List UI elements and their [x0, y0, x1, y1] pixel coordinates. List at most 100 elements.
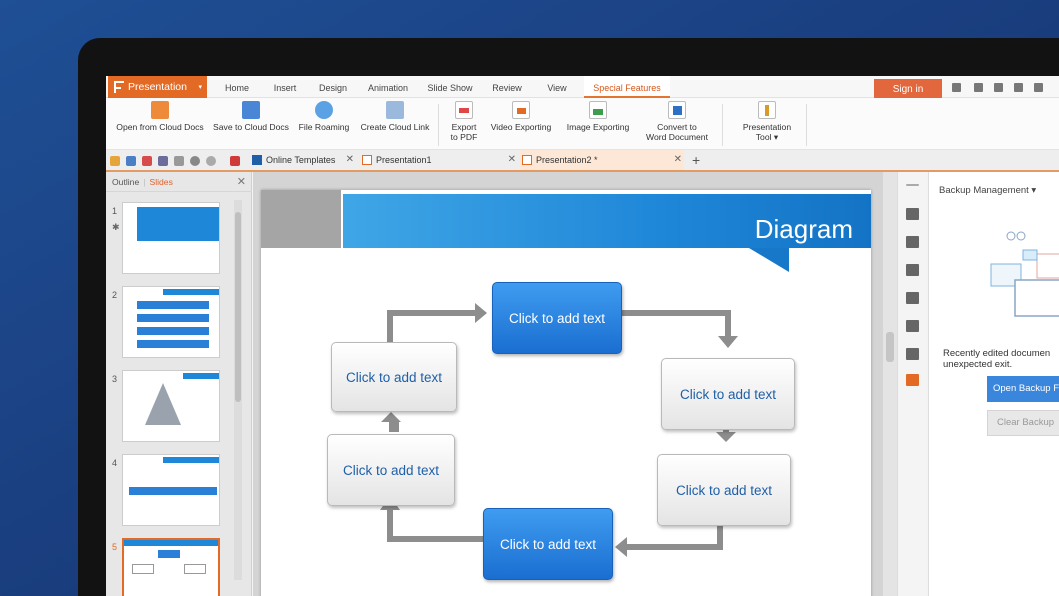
redo-icon[interactable] — [206, 156, 216, 166]
tab-design[interactable]: Design — [312, 76, 354, 98]
current-slide[interactable]: Diagram Click to add text Click to add t… — [261, 190, 871, 596]
layers-icon[interactable] — [906, 264, 919, 276]
tab-animation[interactable]: Animation — [362, 76, 414, 98]
shape-icon[interactable] — [906, 236, 919, 248]
image-panel-icon[interactable] — [906, 320, 919, 332]
connector-line — [625, 544, 723, 550]
thumb-box — [158, 550, 180, 558]
scrollbar-thumb[interactable] — [886, 332, 894, 362]
arrow-head — [381, 412, 401, 422]
tab-view[interactable]: View — [538, 76, 576, 98]
convert-word-button[interactable]: Convert to Word Document — [638, 101, 716, 142]
app-menu-button[interactable]: Presentation ▾ — [108, 76, 207, 98]
skin-icon[interactable] — [974, 83, 983, 92]
arrow-head — [718, 336, 738, 348]
slides-tab[interactable]: Slides — [149, 177, 172, 187]
slide-thumbnail-3[interactable] — [122, 370, 220, 442]
collapse-icon[interactable] — [906, 184, 919, 186]
close-icon[interactable]: ✕ — [346, 150, 354, 170]
panel-tab-separator: | — [143, 177, 146, 187]
slide-title[interactable]: Diagram — [711, 214, 871, 245]
scrollbar-thumb[interactable] — [235, 212, 241, 402]
open-backup-button[interactable]: Open Backup F — [987, 376, 1059, 402]
backup-panel-title[interactable]: Backup Management ▾ — [939, 185, 1036, 196]
print-preview-icon[interactable] — [174, 156, 184, 166]
cloud-icon — [315, 101, 333, 119]
presentation-logo-icon — [114, 81, 124, 93]
tab-review[interactable]: Review — [486, 76, 528, 98]
print-icon[interactable] — [158, 156, 168, 166]
help-icon[interactable] — [1034, 83, 1043, 92]
slide-editing-area: Diagram Click to add text Click to add t… — [253, 172, 883, 596]
thumb-band — [183, 373, 219, 379]
arrow-head — [716, 432, 736, 442]
tab-home[interactable]: Home — [218, 76, 256, 98]
link-icon — [386, 101, 404, 119]
slide-thumbnail-1[interactable] — [122, 202, 220, 274]
image-icon — [589, 101, 607, 119]
create-cloud-link-button[interactable]: Create Cloud Link — [358, 101, 432, 132]
thumb-box — [184, 564, 206, 574]
tab-presentation1[interactable]: Presentation1 ✕ — [360, 150, 518, 170]
tab-presentation2[interactable]: Presentation2 * ✕ — [520, 150, 684, 170]
panel-header: Outline | Slides ✕ — [106, 172, 252, 192]
open-cloud-docs-button[interactable]: Open from Cloud Docs — [112, 101, 208, 132]
diagram-box-upper-left[interactable]: Click to add text — [331, 342, 457, 412]
templates-icon — [252, 155, 262, 165]
shirt-icon[interactable] — [1014, 83, 1023, 92]
arrow-head — [615, 537, 627, 557]
close-icon[interactable]: ✕ — [237, 172, 246, 192]
thumb-row — [137, 327, 209, 335]
export-pdf-button[interactable]: Export to PDF — [444, 101, 484, 142]
tab-special-features[interactable]: Special Features — [584, 76, 670, 98]
new-tab-icon[interactable]: + — [692, 150, 700, 170]
diagram-box-upper-right[interactable]: Click to add text — [661, 358, 795, 430]
diagram-box-lower-right[interactable]: Click to add text — [657, 454, 791, 526]
toolbar-divider — [722, 104, 723, 146]
presentation-file-icon — [362, 155, 372, 165]
diagram-box-lower-left[interactable]: Click to add text — [327, 434, 455, 506]
video-exporting-button[interactable]: Video Exporting — [486, 101, 556, 132]
thumb-row — [137, 314, 209, 322]
close-icon[interactable]: ✕ — [674, 150, 682, 170]
presentation-tool-label-1: Presentation — [742, 122, 792, 132]
tab-online-templates[interactable]: Online Templates ✕ — [250, 150, 356, 170]
slide-thumbnail-5-selected[interactable] — [122, 538, 220, 596]
document-icon[interactable] — [906, 208, 919, 220]
slide-number: 4 — [112, 458, 118, 468]
presentation-tool-button[interactable]: Presentation Tool ▾ — [732, 101, 802, 142]
close-icon[interactable]: ✕ — [508, 150, 516, 170]
slides-panel-scrollbar[interactable] — [234, 200, 242, 580]
font-icon[interactable] — [994, 83, 1003, 92]
backup-icon[interactable] — [906, 374, 919, 386]
send-icon[interactable] — [906, 292, 919, 304]
save-cloud-icon — [242, 101, 260, 119]
diagram-box-top[interactable]: Click to add text — [492, 282, 622, 354]
tab-slide-show[interactable]: Slide Show — [422, 76, 478, 98]
word-icon — [668, 101, 686, 119]
thumb-row — [137, 340, 209, 348]
slide-thumbnail-2[interactable] — [122, 286, 220, 358]
save-icon[interactable] — [126, 156, 136, 166]
search-icon[interactable] — [906, 348, 919, 360]
outline-tab[interactable]: Outline — [112, 177, 139, 187]
save-cloud-docs-button[interactable]: Save to Cloud Docs — [210, 101, 292, 132]
file-roaming-button[interactable]: File Roaming — [296, 101, 352, 132]
tab-insert[interactable]: Insert — [266, 76, 304, 98]
open-icon[interactable] — [110, 156, 120, 166]
slide-scrollbar[interactable] — [883, 172, 897, 596]
animation-star-icon: ✱ — [112, 222, 120, 232]
slide-number: 3 — [112, 374, 118, 384]
format-painter-icon[interactable] — [230, 156, 240, 166]
clear-backup-button[interactable]: Clear Backup — [987, 410, 1059, 436]
sign-in-button[interactable]: Sign in — [874, 79, 942, 99]
slide-thumbnail-4[interactable] — [122, 454, 220, 526]
undo-icon[interactable] — [190, 156, 200, 166]
app-menu-label: Presentation — [128, 81, 187, 93]
export-pdf-icon[interactable] — [142, 156, 152, 166]
image-exporting-button[interactable]: Image Exporting — [562, 101, 634, 132]
cart-icon[interactable] — [952, 83, 961, 92]
side-task-bar — [897, 172, 927, 596]
pdf-icon — [455, 101, 473, 119]
diagram-box-bottom[interactable]: Click to add text — [483, 508, 613, 580]
